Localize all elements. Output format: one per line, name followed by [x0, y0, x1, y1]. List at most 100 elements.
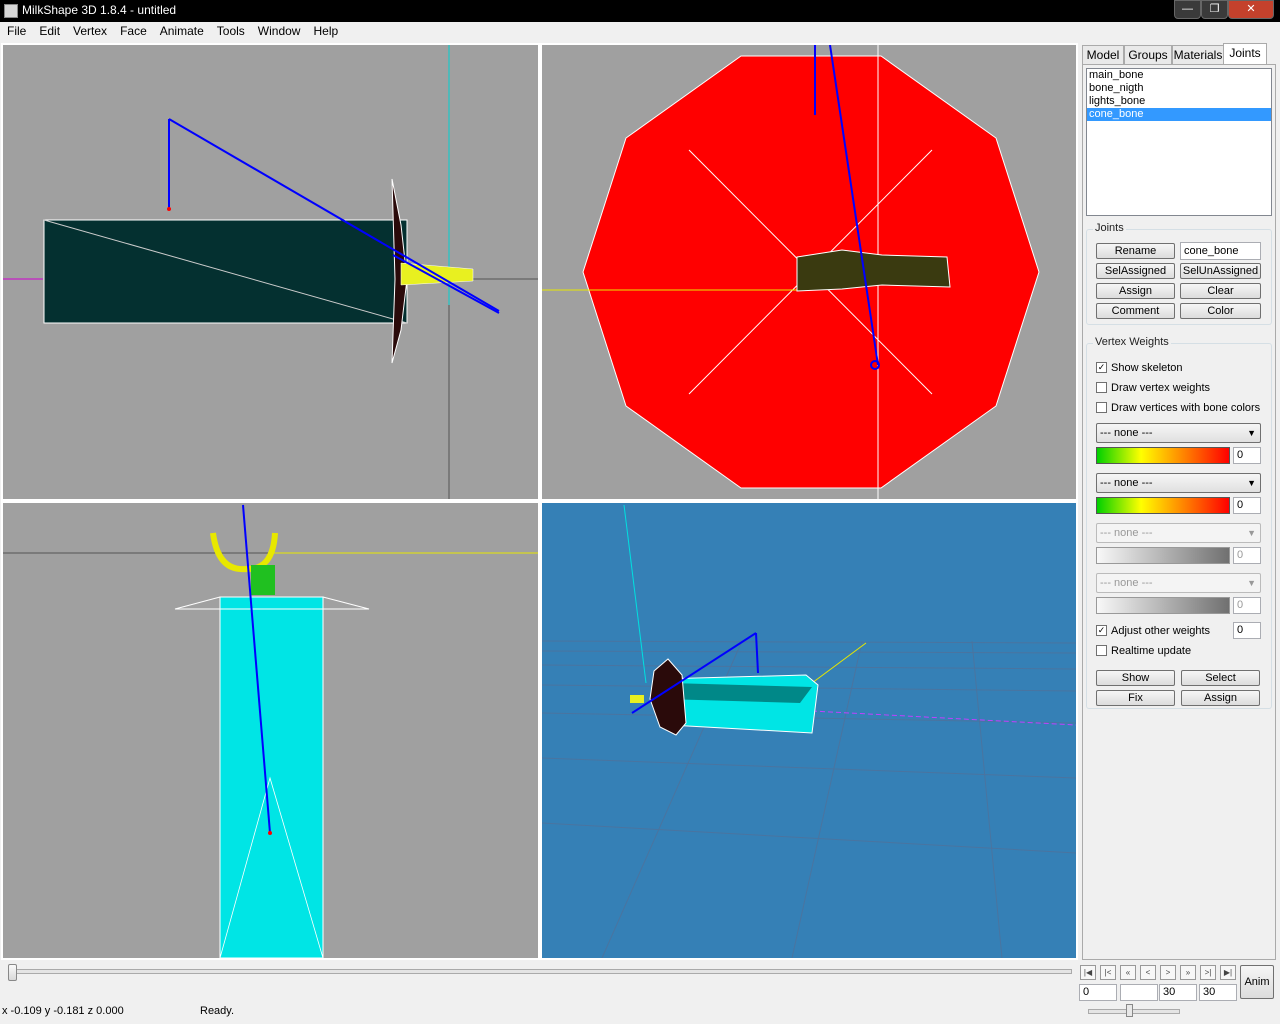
draw-vertices-bone-colors-label: Draw vertices with bone colors: [1111, 402, 1261, 414]
first-frame-icon[interactable]: |◀: [1080, 965, 1096, 980]
rename-button[interactable]: Rename: [1096, 243, 1175, 259]
weight-value-3[interactable]: 0: [1233, 547, 1261, 564]
vertex-weights-title: Vertex Weights: [1093, 336, 1171, 348]
minimize-button[interactable]: —: [1174, 0, 1201, 19]
joint-list[interactable]: main_bone bone_nigth lights_bone cone_bo…: [1086, 68, 1272, 216]
bone-select-3[interactable]: --- none --- ▼: [1096, 523, 1261, 543]
joints-group-title: Joints: [1093, 222, 1126, 234]
vertex-weights-group: Vertex Weights ✓ Show skeleton Draw vert…: [1086, 336, 1272, 709]
frame-start-input[interactable]: 0: [1079, 984, 1117, 1001]
weight-value-2[interactable]: 0: [1233, 497, 1261, 514]
coordinates-readout: x -0.109 y -0.181 z 0.000: [2, 1005, 124, 1017]
menu-file[interactable]: File: [0, 22, 32, 42]
color-button[interactable]: Color: [1180, 303, 1261, 319]
weight-slider-3[interactable]: [1096, 547, 1230, 564]
anim-button[interactable]: Anim: [1240, 965, 1274, 999]
joints-group: Joints Rename cone_bone SelAssigned SelU…: [1086, 222, 1272, 325]
joint-item-main-bone[interactable]: main_bone: [1087, 69, 1271, 82]
joint-name-input[interactable]: cone_bone: [1180, 242, 1261, 260]
frame-total-input[interactable]: 30: [1199, 984, 1237, 1001]
frame-current-input[interactable]: [1120, 984, 1158, 1001]
joint-item-cone-bone[interactable]: cone_bone: [1087, 108, 1271, 121]
weight-value-4[interactable]: 0: [1233, 597, 1261, 614]
frame-value-input[interactable]: 30: [1159, 984, 1197, 1001]
weight-slider-1[interactable]: [1096, 447, 1230, 464]
perspective-view-canvas[interactable]: [542, 503, 1076, 958]
status-message: Ready.: [200, 1005, 235, 1017]
checkbox-empty-icon: [1096, 645, 1107, 656]
menu-vertex[interactable]: Vertex: [66, 22, 113, 42]
chevron-down-icon: ▼: [1247, 428, 1256, 438]
weight-slider-2[interactable]: [1096, 497, 1230, 514]
timeline-track[interactable]: [10, 969, 1072, 974]
title-bar: MilkShape 3D 1.8.4 - untitled — ❐ ✕: [0, 0, 1280, 22]
selassigned-button[interactable]: SelAssigned: [1096, 263, 1175, 279]
bone-select-1-value: --- none ---: [1100, 427, 1153, 439]
viewport-side[interactable]: [1, 501, 540, 960]
last-frame-icon[interactable]: ▶|: [1220, 965, 1236, 980]
bone-select-4-value: --- none ---: [1100, 577, 1153, 589]
chevron-down-icon: ▼: [1247, 578, 1256, 588]
side-view-canvas[interactable]: [3, 503, 538, 958]
bone-select-1[interactable]: --- none --- ▼: [1096, 423, 1261, 443]
timeline-slider-thumb[interactable]: [8, 964, 17, 981]
tab-model[interactable]: Model: [1082, 45, 1124, 64]
menu-window[interactable]: Window: [251, 22, 307, 42]
status-bar: x -0.109 y -0.181 z 0.000 Ready.: [0, 1002, 1280, 1024]
select-button[interactable]: Select: [1181, 670, 1260, 686]
fast-forward-icon[interactable]: »: [1180, 965, 1196, 980]
menu-edit[interactable]: Edit: [32, 22, 66, 42]
chevron-down-icon: ▼: [1247, 478, 1256, 488]
draw-vertex-weights-label: Draw vertex weights: [1111, 382, 1211, 394]
clear-button[interactable]: Clear: [1180, 283, 1261, 299]
bone-select-3-value: --- none ---: [1100, 527, 1153, 539]
show-skeleton-label: Show skeleton: [1111, 362, 1183, 374]
viewport-top[interactable]: [540, 43, 1078, 501]
checkbox-empty-icon: [1096, 382, 1107, 393]
joint-item-bone-nigth[interactable]: bone_nigth: [1087, 82, 1271, 95]
adjust-other-weights-label: Adjust other weights: [1111, 625, 1211, 637]
next-key-icon[interactable]: >|: [1200, 965, 1216, 980]
show-skeleton-check-icon: ✓: [1096, 362, 1107, 373]
menu-help[interactable]: Help: [306, 22, 344, 42]
tab-groups[interactable]: Groups: [1124, 45, 1172, 64]
fix-button[interactable]: Fix: [1096, 690, 1175, 706]
joints-panel: main_bone bone_nigth lights_bone cone_bo…: [1082, 64, 1276, 960]
viewport-3d[interactable]: [540, 501, 1078, 960]
bone-select-2[interactable]: --- none --- ▼: [1096, 473, 1261, 493]
next-frame-icon[interactable]: >: [1160, 965, 1176, 980]
adjust-other-weights-check-icon: ✓: [1096, 625, 1107, 636]
tab-joints[interactable]: Joints: [1223, 43, 1267, 65]
assign-joint-button[interactable]: Assign: [1096, 283, 1175, 299]
top-view-canvas[interactable]: [542, 45, 1076, 499]
selunassigned-button[interactable]: SelUnAssigned: [1180, 263, 1261, 279]
assign-weights-button[interactable]: Assign: [1181, 690, 1260, 706]
show-button[interactable]: Show: [1096, 670, 1175, 686]
menu-animate[interactable]: Animate: [153, 22, 210, 42]
rewind-icon[interactable]: «: [1120, 965, 1136, 980]
animation-timeline: |◀ |< « < > » >| ▶| 0 30 30 Anim: [0, 960, 1280, 1002]
bone-select-4[interactable]: --- none --- ▼: [1096, 573, 1261, 593]
weight-slider-4[interactable]: [1096, 597, 1230, 614]
adjust-other-weights-value[interactable]: 0: [1233, 622, 1261, 639]
comment-button[interactable]: Comment: [1096, 303, 1175, 319]
app-icon: [4, 4, 18, 18]
window-title: MilkShape 3D 1.8.4 - untitled: [22, 3, 177, 17]
joint-item-lights-bone[interactable]: lights_bone: [1087, 95, 1271, 108]
checkbox-empty-icon: [1096, 402, 1107, 413]
weight-value-1[interactable]: 0: [1233, 447, 1261, 464]
menu-tools[interactable]: Tools: [210, 22, 251, 42]
maximize-button[interactable]: ❐: [1201, 0, 1228, 19]
bone-select-2-value: --- none ---: [1100, 477, 1153, 489]
tab-materials[interactable]: Materials: [1172, 45, 1224, 64]
menu-face[interactable]: Face: [113, 22, 153, 42]
chevron-down-icon: ▼: [1247, 528, 1256, 538]
zoom-track[interactable]: [1088, 1009, 1180, 1014]
front-view-canvas[interactable]: [3, 45, 538, 499]
prev-frame-icon[interactable]: <: [1140, 965, 1156, 980]
prev-key-icon[interactable]: |<: [1100, 965, 1116, 980]
viewport-front[interactable]: [1, 43, 540, 501]
menu-bar: File Edit Vertex Face Animate Tools Window Help: [0, 22, 1280, 42]
close-button[interactable]: ✕: [1228, 0, 1274, 19]
zoom-slider-thumb[interactable]: [1126, 1004, 1133, 1017]
